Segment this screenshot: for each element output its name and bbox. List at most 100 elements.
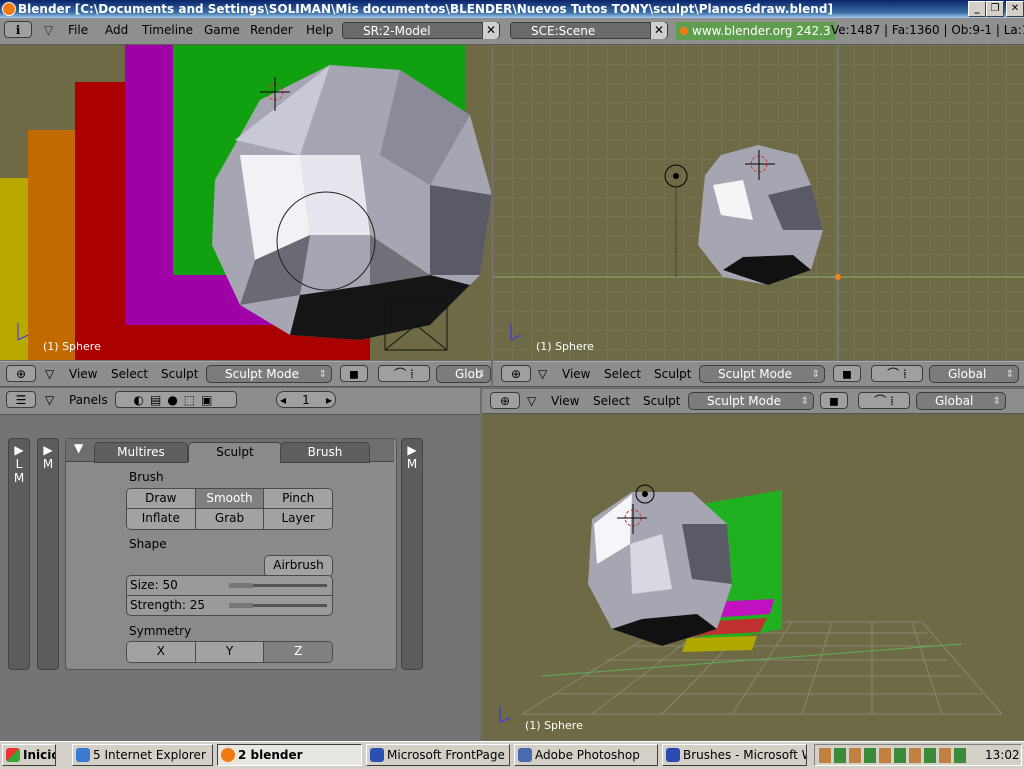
menu-view[interactable]: View [562, 367, 590, 381]
brush-heading: Brush [129, 470, 164, 484]
symmetry-y-button[interactable]: Y [195, 642, 265, 662]
info-window-type-icon[interactable]: ℹ [4, 21, 32, 38]
viewport-perspective-canvas [482, 414, 1024, 740]
chevron-left-icon[interactable]: ◂ [277, 392, 286, 408]
collapse-menu-icon[interactable]: ▽ [44, 23, 53, 37]
scene-name: SCE:Scene [531, 24, 596, 38]
pivot-icon[interactable]: ⌒ ⁞ [871, 365, 923, 382]
task-frontpage[interactable]: Microsoft FrontPage -... [366, 744, 510, 766]
pivot-icon[interactable]: ⌒ ⁞ [378, 365, 430, 382]
menu-timeline[interactable]: Timeline [142, 23, 193, 37]
minimize-button[interactable]: _ [968, 1, 986, 17]
scene-stats: Ve:1487 | Fa:1360 | Ob:9-1 | La:1 [831, 23, 1024, 37]
blender-logo-icon [2, 2, 16, 16]
menu-add[interactable]: Add [105, 23, 128, 37]
draw-type-icon[interactable]: ◼ [340, 365, 368, 382]
maximize-button[interactable]: ❐ [986, 1, 1004, 17]
menu-sculpt[interactable]: Sculpt [643, 394, 680, 408]
orientation-selector[interactable]: Global [929, 365, 1019, 383]
window-title-bar: Blender [C:\Documents and Settings\SOLIM… [0, 0, 1024, 18]
delete-scene-icon[interactable]: ✕ [650, 22, 667, 39]
brush-inflate-button[interactable]: Inflate [127, 509, 196, 529]
mode-selector[interactable]: Sculpt Mode [699, 365, 825, 383]
draw-type-icon[interactable]: ◼ [833, 365, 861, 382]
viewport-header-top-left: ⊕ ▽ View Select Sculpt Sculpt Mode ◼ ⌒ ⁞… [0, 361, 491, 387]
frontpage-icon [370, 748, 384, 762]
brush-pinch-button[interactable]: Pinch [264, 489, 332, 509]
collapse-menu-icon[interactable]: ▽ [527, 394, 536, 408]
left-sidebar[interactable]: ▶ L M [8, 438, 30, 670]
airbrush-toggle[interactable]: Airbrush [264, 555, 333, 577]
collapse-menu-icon[interactable]: ▽ [45, 393, 54, 407]
blender-orb-icon [680, 27, 688, 35]
menu-game[interactable]: Game [204, 23, 240, 37]
viewport-top-right-canvas [493, 45, 1024, 360]
scene-selector[interactable]: SCE:Scene ✕ [510, 22, 668, 39]
sidebar-label-m: M [13, 471, 25, 485]
view3d-window-type-icon[interactable]: ⊕ [490, 392, 520, 409]
start-label: Inicio [23, 748, 56, 762]
menu-file[interactable]: File [68, 23, 88, 37]
mid-sidebar[interactable]: ▶ M [37, 438, 59, 670]
size-slider[interactable]: Size: 50 [126, 575, 333, 596]
collapse-menu-icon[interactable]: ▽ [538, 367, 547, 381]
draw-type-icon[interactable]: ◼ [820, 392, 848, 409]
brush-smooth-button[interactable]: Smooth [195, 489, 265, 509]
mode-selector[interactable]: Sculpt Mode [206, 365, 332, 383]
brush-draw-button[interactable]: Draw [127, 489, 196, 509]
delete-screen-icon[interactable]: ✕ [482, 22, 499, 39]
collapse-menu-icon[interactable]: ▽ [45, 367, 54, 381]
expand-arrow-icon[interactable]: ▶ [402, 443, 422, 457]
mode-selector[interactable]: Sculpt Mode [688, 392, 814, 410]
view3d-window-type-icon[interactable]: ⊕ [6, 365, 36, 382]
windows-logo-icon [6, 748, 20, 762]
symmetry-x-button[interactable]: X [127, 642, 196, 662]
task-word[interactable]: Brushes - Microsoft W... [662, 744, 807, 766]
task-photoshop[interactable]: Adobe Photoshop [514, 744, 658, 766]
viewport-top-left[interactable]: (1) Sphere [0, 45, 491, 360]
page-stepper[interactable]: ◂ 1 ▸ [276, 391, 336, 408]
menu-view[interactable]: View [551, 394, 579, 408]
view3d-window-type-icon[interactable]: ⊕ [501, 365, 531, 382]
screen-selector[interactable]: SR:2-Model ✕ [342, 22, 500, 39]
close-button[interactable]: ✕ [1006, 1, 1024, 17]
task-blender[interactable]: 2 blender [217, 744, 362, 766]
pivot-icon[interactable]: ⌒ ⁞ [858, 392, 910, 409]
menu-sculpt[interactable]: Sculpt [161, 367, 198, 381]
collapse-panel-icon[interactable]: ▼ [74, 441, 83, 455]
symmetry-z-button[interactable]: Z [264, 642, 332, 662]
tab-brush[interactable]: Brush [280, 442, 370, 463]
expand-arrow-icon[interactable]: ▶ [38, 443, 58, 457]
right-sidebar[interactable]: ▶ M [401, 438, 423, 670]
panels-menu[interactable]: Panels [69, 393, 108, 407]
tab-sculpt[interactable]: Sculpt [188, 442, 282, 462]
size-fill [229, 583, 253, 588]
menu-help[interactable]: Help [306, 23, 333, 37]
strength-fill [229, 603, 253, 608]
menu-render[interactable]: Render [250, 23, 293, 37]
menu-select[interactable]: Select [111, 367, 148, 381]
brush-layer-button[interactable]: Layer [264, 509, 332, 529]
viewport-perspective[interactable]: (1) Sphere [482, 414, 1024, 740]
orientation-selector[interactable]: Global [916, 392, 1006, 410]
viewport-top-left-canvas [0, 45, 491, 360]
start-button[interactable]: Inicio [2, 744, 56, 766]
menu-sculpt[interactable]: Sculpt [654, 367, 691, 381]
menu-select[interactable]: Select [604, 367, 641, 381]
viewport-caption: (1) Sphere [43, 340, 101, 353]
viewport-top-right[interactable]: (1) Sphere [493, 45, 1024, 360]
menu-select[interactable]: Select [593, 394, 630, 408]
tray-icons[interactable] [819, 748, 969, 763]
screen-name: SR:2-Model [363, 24, 431, 38]
brush-grab-button[interactable]: Grab [195, 509, 265, 529]
task-internet-explorer[interactable]: 5 Internet Explorer [72, 744, 213, 766]
expand-arrow-icon[interactable]: ▶ [9, 443, 29, 457]
strength-slider[interactable]: Strength: 25 [126, 595, 333, 616]
menu-view[interactable]: View [69, 367, 97, 381]
tab-multires[interactable]: Multires [94, 442, 188, 463]
context-tabs-icons[interactable]: ◐▤●⬚▣ [115, 391, 237, 408]
orientation-selector[interactable]: Glob [436, 365, 491, 383]
chevron-right-icon[interactable]: ▸ [326, 392, 335, 408]
sidebar-label-m: M [406, 457, 418, 471]
buttons-window-type-icon[interactable]: ☰ [6, 391, 36, 408]
